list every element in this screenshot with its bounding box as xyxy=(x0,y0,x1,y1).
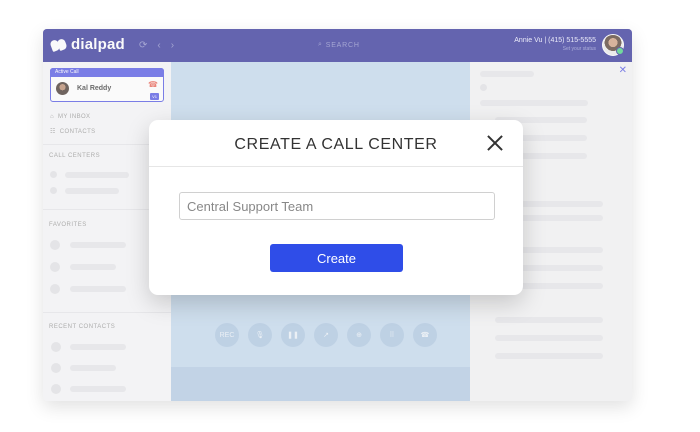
call-center-name-input[interactable] xyxy=(179,192,495,220)
create-button[interactable]: Create xyxy=(270,244,403,272)
dialog-title: CREATE A CALL CENTER xyxy=(234,136,438,153)
create-call-center-dialog: CREATE A CALL CENTER Create xyxy=(149,120,523,295)
close-button[interactable] xyxy=(487,135,503,151)
dialog-header: CREATE A CALL CENTER xyxy=(149,120,523,167)
